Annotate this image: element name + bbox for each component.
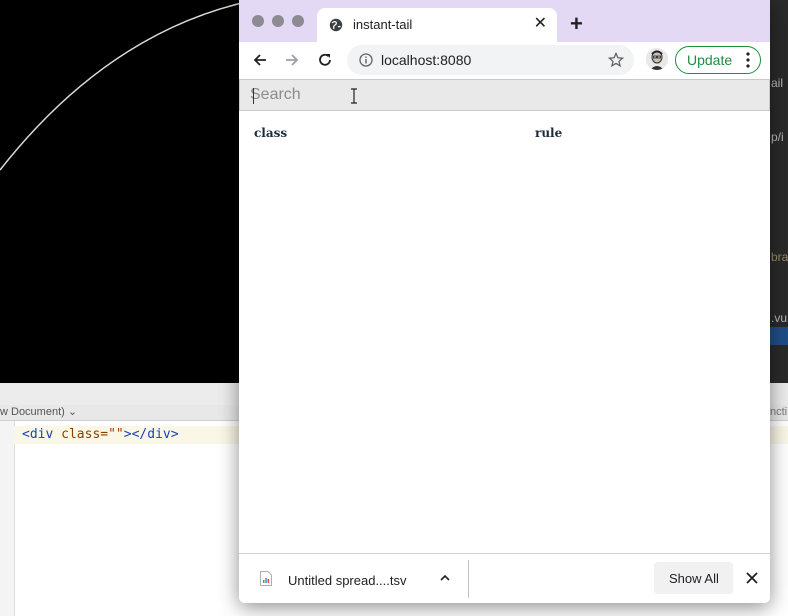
background-window-edge: ail p/i bra .vu [770, 0, 788, 383]
editor-doc-menu[interactable]: w Document) ⌄ [0, 405, 240, 421]
background-selection [770, 327, 788, 345]
column-header-rule: rule [535, 126, 563, 140]
page-content: class rule [239, 79, 770, 553]
close-window-button[interactable] [252, 15, 264, 27]
forward-arrow-icon[interactable] [283, 51, 301, 69]
editor-doc-menu-right: ncti [770, 405, 788, 421]
doc-menu-label: w Document) ⌄ [0, 406, 78, 418]
browser-window: instant-tail ✕ + localhost:8080 Update S… [239, 0, 770, 603]
code-line[interactable]: <div class=""></div> [22, 427, 179, 442]
peek-text: bra [771, 250, 788, 264]
profile-avatar[interactable] [646, 48, 668, 70]
peek-text: p/i [771, 130, 784, 144]
tab-instant-tail[interactable]: instant-tail ✕ [317, 8, 557, 42]
address-bar[interactable]: localhost:8080 [347, 45, 634, 75]
editor-current-line [770, 426, 788, 444]
close-icon[interactable] [745, 571, 759, 585]
close-tab-icon[interactable]: ✕ [534, 16, 547, 32]
chevron-up-icon[interactable] [439, 573, 451, 583]
minimize-window-button[interactable] [272, 15, 284, 27]
back-arrow-icon[interactable] [251, 51, 269, 69]
show-all-button[interactable]: Show All [654, 562, 733, 594]
reload-icon[interactable] [316, 51, 334, 69]
download-divider [468, 560, 469, 598]
search-input[interactable] [250, 83, 750, 107]
download-bar: Untitled spread....tsv Show All [239, 553, 770, 603]
spreadsheet-file-icon [260, 571, 272, 586]
editor-gutter [0, 421, 15, 616]
globe-icon [329, 18, 343, 32]
peek-text: .vu [771, 311, 788, 325]
avatar-image [646, 48, 668, 70]
code-tag-close: ></div> [123, 427, 179, 442]
text-cursor-icon [351, 88, 357, 104]
code-tag-open: <div [22, 427, 62, 442]
browser-toolbar: localhost:8080 Update [239, 42, 770, 79]
search-bar[interactable] [239, 79, 770, 111]
info-icon[interactable] [359, 53, 373, 67]
tab-strip: instant-tail ✕ + [239, 0, 770, 42]
peek-text: ncti [770, 406, 788, 418]
column-header-class: class [254, 126, 288, 140]
peek-text: ail [771, 76, 784, 90]
update-button[interactable]: Update [675, 46, 761, 74]
more-menu-icon[interactable] [746, 52, 750, 68]
url-text: localhost:8080 [381, 52, 472, 68]
tab-title: instant-tail [353, 17, 413, 32]
new-tab-icon[interactable]: + [570, 13, 583, 35]
update-label: Update [687, 52, 733, 68]
code-string: "" [108, 427, 124, 442]
bookmark-star-icon[interactable] [608, 52, 624, 68]
text-caret [253, 88, 254, 104]
show-all-label: Show All [669, 571, 719, 586]
code-attribute: class= [61, 427, 109, 442]
download-file-name[interactable]: Untitled spread....tsv [288, 573, 407, 588]
zoom-window-button[interactable] [292, 15, 304, 27]
